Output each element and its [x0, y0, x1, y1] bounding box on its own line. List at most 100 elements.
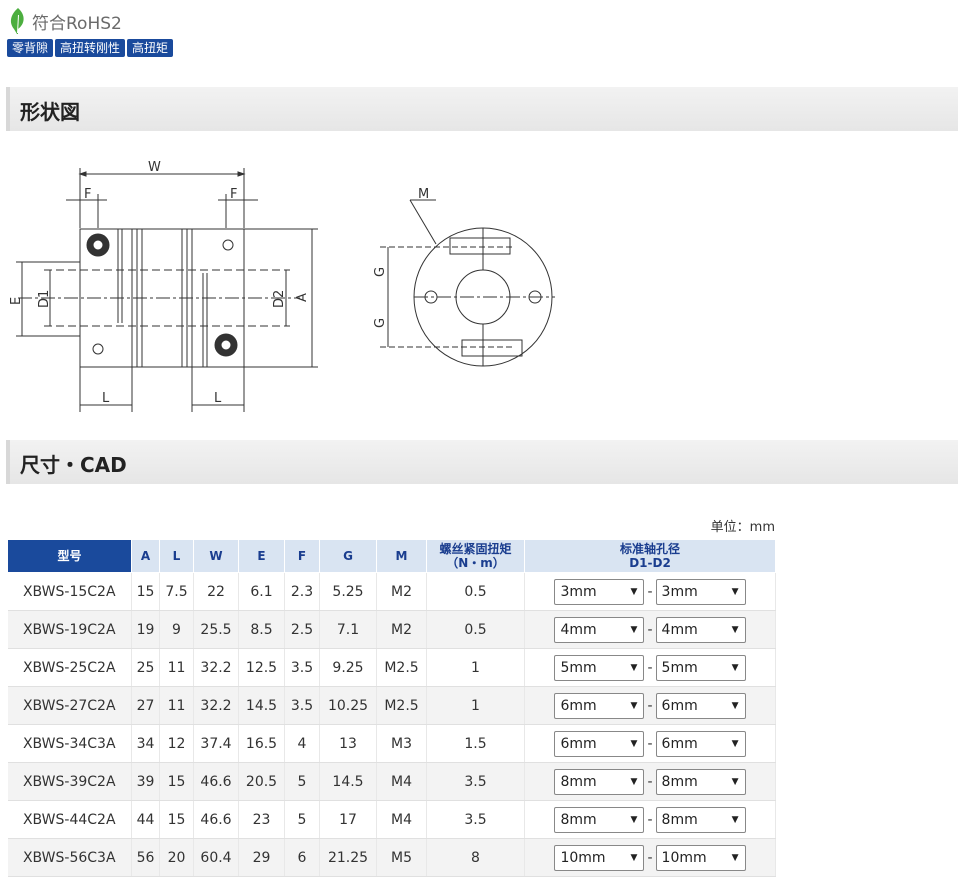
rohs-badge: 符合RoHS2	[8, 6, 122, 36]
bore-separator: -	[647, 583, 653, 600]
label-g-top: G	[373, 267, 388, 277]
cell-w: 46.6	[193, 800, 239, 839]
cell-f: 5	[284, 800, 320, 839]
cell-bore: 6mm ▼ -6mm ▼	[524, 724, 776, 763]
cell-bore: 8mm ▼ -8mm ▼	[524, 762, 776, 801]
cell-f: 3.5	[284, 686, 320, 725]
cell-model: XBWS-39C2A	[7, 762, 132, 801]
bore-select-group: 4mm ▼ -4mm ▼	[525, 616, 775, 643]
d2-select[interactable]: 5mm ▼	[655, 654, 746, 681]
table-row: XBWS-34C3A 34 12 37.4 16.5 4 13 M3 1.5 6mm ▼ -6mm ▼	[7, 724, 776, 763]
tag-high-torque[interactable]: 高扭矩	[127, 39, 174, 57]
unit-note: 单位：mm	[710, 520, 775, 535]
d1-select[interactable]: 6mm ▼	[554, 730, 645, 757]
d1-select[interactable]: 10mm ▼	[554, 844, 645, 871]
feature-tags: 零背隙 高扭转刚性 高扭矩	[7, 39, 174, 57]
d1-select[interactable]: 4mm ▼	[554, 616, 645, 643]
cell-g: 10.25	[319, 686, 377, 725]
cell-torque: 1	[426, 686, 525, 725]
label-m: M	[418, 187, 429, 202]
cell-l: 15	[159, 800, 194, 839]
d1-select[interactable]: 6mm ▼	[554, 692, 645, 719]
chevron-down-icon: ▼	[731, 776, 739, 787]
cell-g: 21.25	[319, 838, 377, 877]
cell-f: 2.3	[284, 572, 320, 611]
d1-select[interactable]: 5mm ▼	[554, 654, 645, 681]
d1-select[interactable]: 8mm ▼	[554, 806, 645, 833]
label-w: W	[148, 160, 161, 175]
chevron-down-icon: ▼	[731, 662, 739, 673]
cell-m: M2.5	[376, 648, 427, 687]
cell-model: XBWS-25C2A	[7, 648, 132, 687]
d1-select-value: 6mm	[560, 735, 597, 752]
header-g: G	[319, 539, 377, 573]
bore-select-group: 6mm ▼ -6mm ▼	[525, 692, 775, 719]
d2-select[interactable]: 3mm ▼	[655, 578, 746, 605]
cell-torque: 8	[426, 838, 525, 877]
cell-bore: 4mm ▼ -4mm ▼	[524, 610, 776, 649]
cell-torque: 0.5	[426, 610, 525, 649]
cell-m: M2.5	[376, 686, 427, 725]
d2-select[interactable]: 8mm ▼	[655, 768, 746, 795]
label-f-left: F	[84, 187, 91, 202]
tag-high-torsional-rigidity[interactable]: 高扭转刚性	[55, 39, 126, 57]
cell-g: 7.1	[319, 610, 377, 649]
cell-a: 39	[131, 762, 160, 801]
cell-a: 44	[131, 800, 160, 839]
cell-torque: 3.5	[426, 800, 525, 839]
cell-torque: 1.5	[426, 724, 525, 763]
table-row: XBWS-44C2A 44 15 46.6 23 5 17 M4 3.5 8mm ▼ -8mm ▼	[7, 800, 776, 839]
cell-l: 12	[159, 724, 194, 763]
cell-e: 8.5	[238, 610, 285, 649]
d2-select[interactable]: 6mm ▼	[655, 730, 746, 757]
cell-e: 14.5	[238, 686, 285, 725]
leaf-icon	[10, 8, 24, 34]
header-w: W	[193, 539, 239, 573]
shape-section-title: 形状図	[20, 100, 80, 124]
bore-separator: -	[647, 773, 653, 790]
d1-select[interactable]: 3mm ▼	[554, 578, 645, 605]
table-row: XBWS-27C2A 27 11 32.2 14.5 3.5 10.25 M2.5 1 6mm ▼ -…	[7, 686, 776, 725]
table-row: XBWS-25C2A 25 11 32.2 12.5 3.5 9.25 M2.5 1 5mm ▼ -5…	[7, 648, 776, 687]
d2-select[interactable]: 10mm ▼	[655, 844, 746, 871]
chevron-down-icon: ▼	[731, 852, 739, 863]
header-a: A	[131, 539, 160, 573]
label-d2: D2	[272, 290, 287, 308]
d1-select-value: 5mm	[560, 659, 597, 676]
header-f: F	[284, 539, 320, 573]
header-bore-line2: D1-D2	[629, 556, 671, 570]
d1-select-value: 3mm	[560, 583, 597, 600]
d2-select[interactable]: 8mm ▼	[655, 806, 746, 833]
header-model: 型号	[7, 539, 132, 573]
cell-g: 9.25	[319, 648, 377, 687]
cell-m: M3	[376, 724, 427, 763]
cell-torque: 3.5	[426, 762, 525, 801]
bore-select-group: 5mm ▼ -5mm ▼	[525, 654, 775, 681]
label-l-right: L	[214, 391, 222, 406]
chevron-down-icon: ▼	[630, 738, 638, 749]
cell-w: 60.4	[193, 838, 239, 877]
d2-select[interactable]: 4mm ▼	[655, 616, 746, 643]
cell-f: 2.5	[284, 610, 320, 649]
cell-m: M4	[376, 762, 427, 801]
cell-bore: 5mm ▼ -5mm ▼	[524, 648, 776, 687]
cell-torque: 1	[426, 648, 525, 687]
spec-table-header: 型号 A L W E F G M 螺丝紧固扭矩 （N・m） 标准轴孔径 D1-D…	[7, 539, 776, 573]
cell-m: M4	[376, 800, 427, 839]
cell-model: XBWS-44C2A	[7, 800, 132, 839]
d2-select[interactable]: 6mm ▼	[655, 692, 746, 719]
d2-select-value: 6mm	[661, 697, 698, 714]
label-d1: D1	[37, 290, 52, 308]
label-g-bottom: G	[373, 318, 388, 328]
table-row: XBWS-56C3A 56 20 60.4 29 6 21.25 M5 8 10mm ▼ -10mm ▼	[7, 838, 776, 877]
cell-l: 7.5	[159, 572, 194, 611]
chevron-down-icon: ▼	[630, 700, 638, 711]
cell-f: 6	[284, 838, 320, 877]
d1-select[interactable]: 8mm ▼	[554, 768, 645, 795]
tag-zero-backlash[interactable]: 零背隙	[7, 39, 54, 57]
cell-f: 3.5	[284, 648, 320, 687]
header-l: L	[159, 539, 194, 573]
bore-select-group: 8mm ▼ -8mm ▼	[525, 806, 775, 833]
d1-select-value: 6mm	[560, 697, 597, 714]
cell-w: 32.2	[193, 648, 239, 687]
